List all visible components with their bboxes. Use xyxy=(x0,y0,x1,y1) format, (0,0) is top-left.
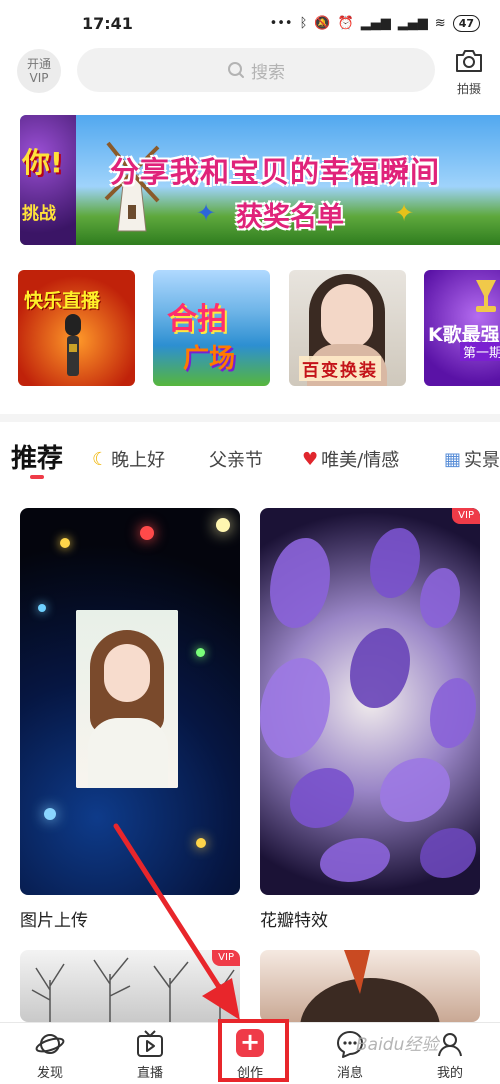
portrait-face xyxy=(321,284,373,348)
tab-scenery[interactable]: ▦ 实景 xyxy=(444,446,500,472)
tv-play-icon xyxy=(137,1030,163,1057)
feed-card-petal-effect[interactable]: VIP xyxy=(260,508,480,895)
section-divider xyxy=(0,414,500,422)
feed-card-trees[interactable]: VIP xyxy=(20,950,240,1022)
nav-label: 我的 xyxy=(436,1066,463,1081)
pinwheel-icon: ✦ xyxy=(196,199,217,227)
tab-recommend[interactable]: 推荐 xyxy=(11,438,63,475)
bluetooth-icon: ᛒ xyxy=(299,15,308,31)
tab-label: 父亲节 xyxy=(209,450,263,471)
category-label-2: 广场 xyxy=(183,344,236,374)
open-vip-button[interactable]: 开通 VIP xyxy=(17,49,61,93)
photo-body xyxy=(88,718,168,788)
banner-subtitle: 获奖名单 xyxy=(236,202,344,233)
category-sublabel: 第一期 xyxy=(460,342,500,361)
tab-fathers-day[interactable]: 父亲节 xyxy=(209,446,263,472)
category-label: 快乐直播 xyxy=(24,290,101,312)
tab-aesthetic-emotion[interactable]: ♥ 唯美/情感 xyxy=(302,446,399,472)
tab-label: 实景 xyxy=(464,450,500,471)
alarm-icon: ⏰ xyxy=(337,15,354,31)
nav-label: 发现 xyxy=(36,1066,63,1081)
building-icon: ▦ xyxy=(444,448,462,470)
annotation-highlight-box xyxy=(218,1019,289,1082)
status-icons: ••• ᛒ 🔕 ⏰ ▂▄▆ ▂▄▆ ≋ 47 xyxy=(269,14,480,32)
nav-label: 消息 xyxy=(336,1066,363,1081)
mute-icon: 🔕 xyxy=(314,15,331,31)
signal-hd-icon: ▂▄▆ xyxy=(397,15,428,31)
nav-live[interactable]: 直播 xyxy=(120,1029,180,1081)
tab-label: 晚上好 xyxy=(111,450,166,471)
banner-side-text: 你! xyxy=(22,146,63,179)
vip-badge: VIP xyxy=(212,950,240,966)
top-header: 开通 VIP 搜索 拍摄 xyxy=(0,48,500,97)
category-card-duet[interactable]: 合拍 广场 xyxy=(153,270,270,386)
planet-icon xyxy=(35,1034,65,1054)
moon-icon: ☾ xyxy=(92,448,109,470)
petal xyxy=(260,658,330,758)
signal-icon: ▂▄▆ xyxy=(360,15,391,31)
category-card-dressup[interactable]: 百变换装 xyxy=(289,270,406,386)
sparkle xyxy=(196,648,205,657)
vip-badge: VIP xyxy=(452,508,480,524)
baidu-watermark: Baidu经验 xyxy=(356,1035,439,1055)
photo-preview xyxy=(76,610,178,788)
petal xyxy=(420,568,460,628)
category-card-live[interactable]: 快乐直播 xyxy=(18,270,135,386)
heart-icon: ♥ xyxy=(302,448,319,470)
vip-button-line1: 开通 xyxy=(26,57,51,71)
banner-title: 分享我和宝贝的幸福瞬间 xyxy=(110,155,441,189)
feed-title: 花瓣特效 xyxy=(260,911,328,931)
sparkle xyxy=(196,838,206,848)
feed-card-photo-upload[interactable] xyxy=(20,508,240,895)
search-icon xyxy=(228,62,244,78)
petal xyxy=(430,678,476,748)
tab-label: 唯美/情感 xyxy=(321,450,400,471)
vip-button-line2: VIP xyxy=(29,71,49,85)
sparkle xyxy=(60,538,70,548)
category-cards: 快乐直播 合拍 广场 百变换装 K歌最强 第一期 xyxy=(18,270,500,386)
petal xyxy=(370,528,420,598)
portrait-preview-image xyxy=(300,950,440,1022)
microphone-icon xyxy=(65,314,81,376)
sparkle xyxy=(140,526,154,540)
camera-button[interactable]: 拍摄 xyxy=(451,48,487,97)
profile-icon xyxy=(438,1033,462,1057)
search-placeholder: 搜索 xyxy=(251,62,285,83)
nav-label: 直播 xyxy=(136,1066,163,1081)
more-dots-icon: ••• xyxy=(269,15,293,31)
promo-banner[interactable]: 你! 挑战 分享我和宝贝的幸福瞬间 获奖名单 ✦ ✦ xyxy=(20,115,500,245)
sparkle xyxy=(44,808,56,820)
sparkle xyxy=(216,518,230,532)
sparkle xyxy=(38,604,46,612)
category-label: 百变换装 xyxy=(299,356,381,381)
feed-title: 图片上传 xyxy=(20,911,88,931)
petal xyxy=(380,758,450,822)
active-tab-indicator xyxy=(30,475,44,479)
petal xyxy=(420,828,476,878)
category-card-karaoke[interactable]: K歌最强 第一期 xyxy=(424,270,500,386)
camera-icon xyxy=(456,50,482,72)
category-tabs: 推荐 ☾ 晚上好 父亲节 ♥ 唯美/情感 ▦ 实景 xyxy=(0,438,500,479)
search-input[interactable]: 搜索 xyxy=(77,48,435,92)
petal xyxy=(270,538,330,628)
photo-face xyxy=(104,644,150,702)
status-time: 17:41 xyxy=(82,13,133,33)
feed-card-portrait[interactable] xyxy=(260,950,480,1022)
petal xyxy=(290,768,354,828)
petal xyxy=(350,628,410,708)
nav-discover[interactable]: 发现 xyxy=(20,1029,80,1081)
petal xyxy=(320,838,390,882)
status-bar: 17:41 ••• ᛒ 🔕 ⏰ ▂▄▆ ▂▄▆ ≋ 47 xyxy=(0,0,500,46)
gramophone-icon xyxy=(476,280,496,312)
pinwheel-icon: ✦ xyxy=(394,199,415,227)
category-label: 合拍 xyxy=(167,302,227,337)
wifi-icon: ≋ xyxy=(434,15,446,31)
banner-side-panel: 你! 挑战 xyxy=(20,115,76,245)
camera-label: 拍摄 xyxy=(456,82,481,96)
banner-side-text-2: 挑战 xyxy=(22,204,56,224)
tab-good-evening[interactable]: ☾ 晚上好 xyxy=(92,446,165,472)
trees-image xyxy=(31,957,235,1022)
battery-icon: 47 xyxy=(452,14,480,32)
